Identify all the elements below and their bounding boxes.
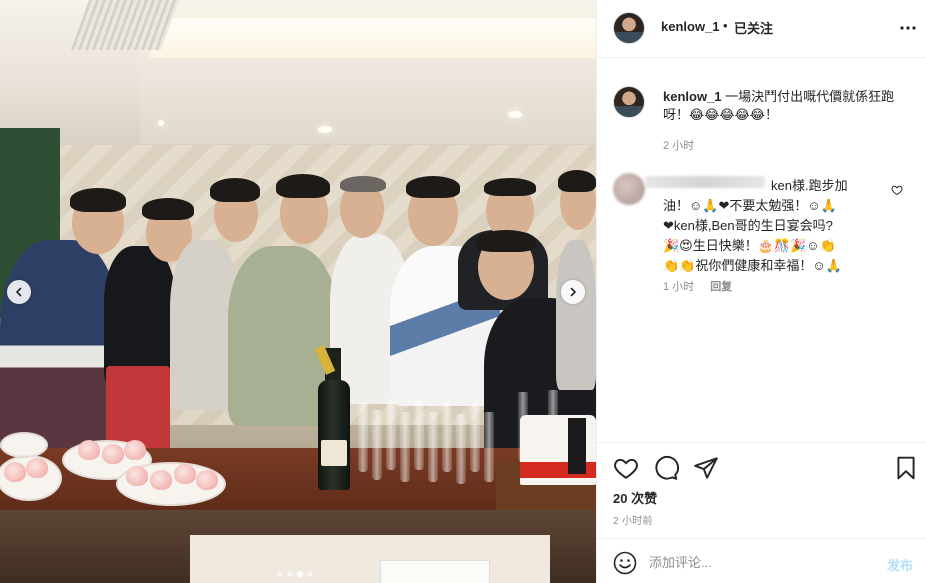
person-hair [484,178,536,196]
person-hair [558,170,596,192]
champagne-glass [400,412,410,482]
photo-downlight [508,111,522,118]
instagram-post-modal: kenlow_1 • 已关注 kenlow_1 一場決鬥付出嘅代價就係狂跑呀！😂… [0,0,926,583]
person [0,240,120,460]
person-hair [142,198,194,220]
peach-bun [124,440,146,460]
comment-like-heart-icon[interactable] [891,184,903,196]
header-separator: • [723,18,728,33]
carousel-next-button[interactable] [561,280,585,304]
peach-bun [174,464,196,484]
peach-bun [102,444,124,464]
carousel-indicator [277,571,313,577]
person-hair [276,174,330,198]
comment-bubble-icon[interactable] [653,455,679,481]
comment-text-line: 👏👏祝你們健康和幸福！☺🙏 [663,258,842,273]
carousel-dot [307,571,313,577]
photo-vent [70,0,180,50]
caption-avatar[interactable] [613,86,645,118]
person-hair [210,178,260,202]
person-hair [476,230,536,252]
avatar[interactable] [613,12,645,44]
comment-text-line: ❤ken様,Ben哥的生日宴会吗? [663,218,833,233]
champagne-glass [358,402,368,472]
chevron-left-icon [16,287,22,297]
post-header: kenlow_1 • 已关注 [597,0,926,58]
champagne-glass [470,402,480,472]
follow-status-button[interactable]: 已关注 [734,18,773,37]
champagne-glass [372,410,382,480]
photo-tablecloth [190,535,550,583]
post-photo[interactable] [0,0,596,583]
photo-ceiling-step [140,58,596,144]
carousel-dot [277,571,283,577]
champagne-bottle-label [321,440,347,466]
peach-bun [4,462,26,482]
champagne-bottle [318,380,350,490]
likes-count[interactable]: 20 次赞 [613,488,657,507]
champagne-glass [386,400,396,470]
comment-meta-row: 1 小时 回复 [663,278,732,294]
champagne-glass [428,412,438,482]
comment-text-line: 🎉😍生日快樂！🎂🎊🎉☺👏 [663,238,836,253]
post-author-username[interactable]: kenlow_1 [661,19,720,34]
peach-bun [126,466,148,486]
peach-bun [78,440,100,460]
photo-group-of-people [0,170,596,470]
caption: kenlow_1 一場決鬥付出嘅代價就係狂跑呀！😂😂😂😂😂！ [663,88,898,124]
person-hair [70,188,126,212]
person [556,240,596,390]
champagne-glass [442,402,452,472]
champagne-glass [414,400,424,470]
chevron-right-icon [570,287,576,297]
person [104,246,176,386]
carousel-dot-active [297,571,303,577]
photo-downlight [158,120,164,126]
add-comment-bar: 发布 [597,538,926,583]
post-comment-button[interactable]: 发布 [887,555,913,574]
smiley-icon[interactable] [613,551,637,575]
carousel-prev-button[interactable] [7,280,31,304]
comment-text-line: ken様.跑步加 [771,178,848,193]
bookmark-icon[interactable] [893,455,919,481]
photo-name-card [380,560,490,583]
peach-bun [150,470,172,490]
person-hair [406,176,460,198]
more-options-button[interactable] [897,18,919,38]
comment-time: 1 小时 [663,281,695,293]
peach-bun [196,470,218,490]
caption-username[interactable]: kenlow_1 [663,89,722,104]
comment-avatar[interactable] [613,173,645,205]
heart-icon[interactable] [613,455,639,481]
champagne-glass [456,414,466,484]
person-hair [340,176,386,192]
comment-reply-button[interactable]: 回复 [710,278,732,294]
carousel-dot [287,571,293,577]
cake-strap [568,418,586,474]
more-horizontal-icon [900,26,916,30]
post-side-panel: kenlow_1 • 已关注 kenlow_1 一場決鬥付出嘅代價就係狂跑呀！😂… [596,0,926,583]
photo-ceiling-light [150,18,596,60]
paper-plane-icon[interactable] [693,455,719,481]
post-time: 2 小时前 [613,516,653,527]
photo-downlight [318,126,332,133]
comment-input[interactable] [649,552,869,572]
comment-text-line: 油！☺🙏❤不要太勉强！☺🙏 [663,198,837,213]
comment: ken様.跑步加 油！☺🙏❤不要太勉强！☺🙏 ❤ken様,Ben哥的生日宴会吗?… [663,176,893,276]
peach-bun-plate [0,432,48,458]
peach-bun [26,458,48,478]
caption-time: 2 小时 [663,140,695,152]
champagne-glass [484,412,494,482]
